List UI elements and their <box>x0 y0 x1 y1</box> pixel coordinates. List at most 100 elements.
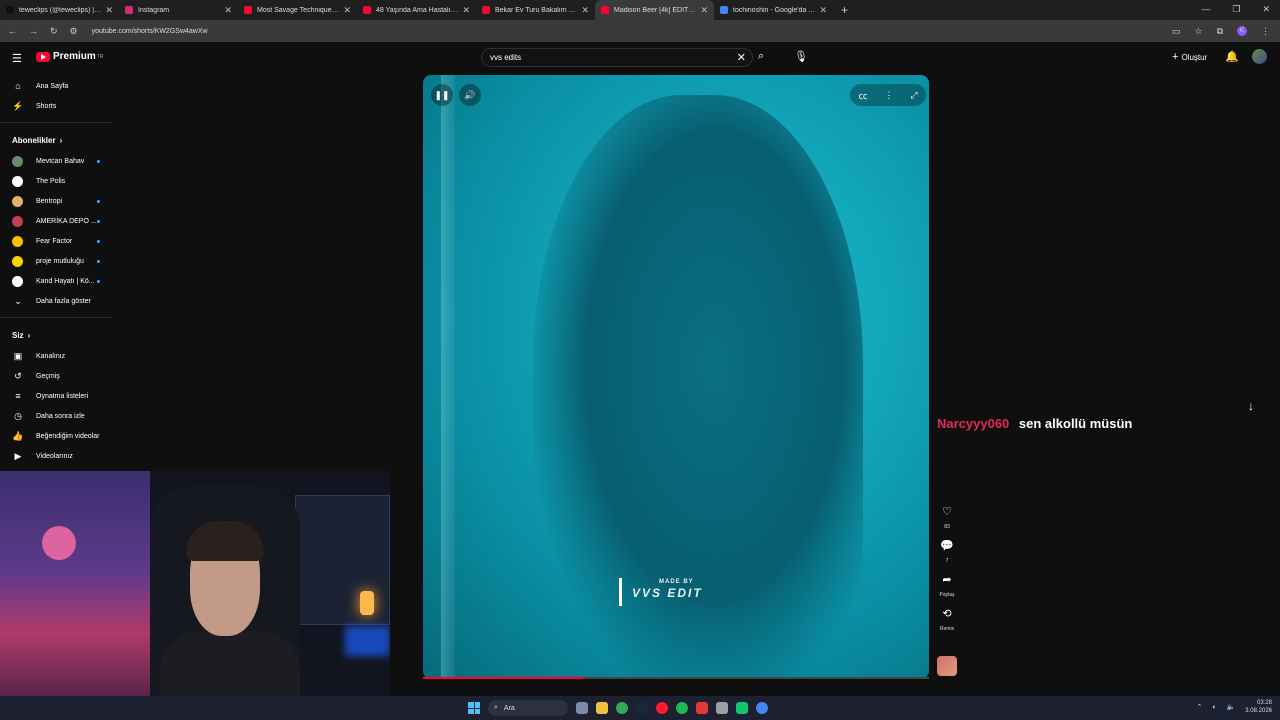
search-value: vvs edits <box>490 53 522 62</box>
account-avatar[interactable] <box>1252 49 1267 64</box>
sidebar-item-home[interactable]: ⌂ Ana Sayfa <box>0 76 115 96</box>
notifications-bell-icon[interactable]: 🔔 <box>1225 50 1239 63</box>
extensions-icon[interactable]: ⧉ <box>1217 26 1223 37</box>
tray-chevron-icon[interactable]: ⌃ <box>1196 703 1202 711</box>
sidebar-subscription[interactable]: Mevtcan Bahav <box>0 151 115 171</box>
site-info-icon[interactable]: ⚙ <box>70 26 78 37</box>
close-window-icon[interactable]: ✕ <box>1262 4 1270 15</box>
settings-icon[interactable] <box>716 702 728 714</box>
pause-button[interactable]: ❚❚ <box>431 84 453 106</box>
youtube-logo[interactable]: Premium TR <box>36 51 103 62</box>
subscriptions-heading[interactable]: Abonelikler › <box>0 129 115 151</box>
browser-tab[interactable]: Bekar Ev Turu Bakalım Beğenecek✕ <box>476 0 595 20</box>
volume-icon: 🔊 <box>464 89 476 100</box>
create-label: Oluştur <box>1181 52 1208 62</box>
sidebar: ⌂ Ana Sayfa ⚡ Shorts Abonelikler › Mevtcan Ba… <box>0 76 115 466</box>
fullscreen-icon[interactable]: ⤢ <box>910 90 917 101</box>
channel-avatar <box>12 275 23 287</box>
minimize-icon[interactable]: — <box>1201 4 1210 15</box>
url-field[interactable]: youtube.com/shorts/KW2GSw4awXw <box>92 28 208 35</box>
sidebar-subscription[interactable]: proje mutluluğu <box>0 251 115 271</box>
create-button[interactable]: + Oluştur <box>1172 51 1207 63</box>
sidebar-subscription[interactable]: Fear Factor <box>0 231 115 251</box>
new-content-dot <box>97 219 100 223</box>
show-more-button[interactable]: ⌄ Daha fazla göster <box>0 291 115 311</box>
you-heading[interactable]: Siz › <box>0 324 115 346</box>
maximize-icon[interactable]: ❐ <box>1232 4 1240 15</box>
sidebar-item-watch-later[interactable]: ◷ Daha sonra izle <box>0 406 115 426</box>
taskbar-clock[interactable]: 03:28 3.08.2026 <box>1245 699 1272 715</box>
new-content-dot <box>97 279 100 283</box>
like-button[interactable]: ♡ 83 <box>934 505 960 530</box>
task-view-icon[interactable] <box>576 702 588 714</box>
next-video-arrow-icon[interactable]: ↓ <box>1248 399 1254 413</box>
chevron-right-icon: › <box>27 330 31 340</box>
sidebar-subscription[interactable]: AMERİKA DEPO ... <box>0 211 115 231</box>
back-icon[interactable]: ← <box>8 26 17 37</box>
menu-icon[interactable]: ☰ <box>12 52 22 65</box>
sidebar-item-channel[interactable]: ▣ Kanalınız <box>0 346 115 366</box>
history-icon: ↺ <box>14 370 22 381</box>
forward-icon[interactable]: → <box>29 26 38 37</box>
remix-icon: ⟲ <box>942 608 952 620</box>
opera-icon[interactable] <box>656 702 668 714</box>
sidebar-subscription[interactable]: Kand Hayatı | Kö... <box>0 271 115 291</box>
comments-button[interactable]: 💬 7 <box>934 539 960 564</box>
sidebar-item-playlists[interactable]: ≡ Oynatma listeleri <box>0 386 115 406</box>
close-tab-icon[interactable]: ✕ <box>343 5 351 16</box>
browser-tab[interactable]: Most Savage Technique in Sumo ✕ <box>238 0 357 20</box>
browser-tab[interactable]: teweclips (@teweclips) | TikTok ✕ <box>0 0 119 20</box>
spotify-icon[interactable] <box>676 702 688 714</box>
new-tab-button[interactable]: + <box>841 3 848 17</box>
browser-tab[interactable]: Instagram ✕ <box>119 0 238 20</box>
sidebar-subscription[interactable]: Bentropi <box>0 191 115 211</box>
video-progress-bar[interactable] <box>423 677 929 679</box>
sidebar-item-shorts[interactable]: ⚡ Shorts <box>0 96 115 116</box>
sidebar-subscription[interactable]: The Polis <box>0 171 115 191</box>
reload-icon[interactable]: ↻ <box>50 26 58 37</box>
remix-button[interactable]: ⟲ Remix <box>934 607 960 632</box>
cast-icon[interactable]: ▭ <box>1172 26 1181 37</box>
close-tab-icon[interactable]: ✕ <box>581 5 589 16</box>
app-green-icon[interactable] <box>736 702 748 714</box>
tray-volume-icon[interactable]: 🔈 <box>1227 703 1236 711</box>
close-tab-icon[interactable]: ✕ <box>224 5 232 16</box>
search-input[interactable]: vvs edits ✕ <box>481 48 753 67</box>
sidebar-item-your-videos[interactable]: ▶ Videolarınız <box>0 446 115 466</box>
subscription-label: Kand Hayatı | Kö... <box>36 277 95 285</box>
close-tab-icon[interactable]: ✕ <box>462 5 470 16</box>
taskbar-search[interactable]: ⌕ Ara <box>488 700 568 716</box>
close-tab-icon[interactable]: ✕ <box>105 5 113 16</box>
file-explorer-icon[interactable] <box>596 702 608 714</box>
progress-fill <box>423 677 585 679</box>
sidebar-item-label: Geçmiş <box>36 372 60 380</box>
captions-icon[interactable]: ㏄ <box>858 89 867 102</box>
recorder-icon[interactable] <box>696 702 708 714</box>
clear-search-icon[interactable]: ✕ <box>737 51 746 64</box>
windows-start-icon[interactable] <box>468 702 480 714</box>
more-options-icon[interactable]: ⋮ <box>884 90 893 101</box>
sidebar-item-label: Beğendiğim videolar <box>36 432 100 440</box>
close-tab-icon[interactable]: ✕ <box>700 5 708 16</box>
close-tab-icon[interactable]: ✕ <box>819 5 827 16</box>
microphone-icon[interactable]: 🎙 <box>794 50 808 63</box>
you-title: Siz <box>12 330 24 340</box>
search-icon[interactable]: ⌕ <box>758 50 764 63</box>
tray-network-icon[interactable]: ◐ <box>1212 704 1216 711</box>
share-button[interactable]: ➦ Paylaş <box>934 573 960 598</box>
browser-menu-icon[interactable]: ⋮ <box>1261 26 1270 37</box>
sidebar-item-liked[interactable]: 👍 Beğendiğim videolar <box>0 426 115 446</box>
browser-tab[interactable]: 48 Yaşında Ama Hastalığı Yüzünden ✕ <box>357 0 476 20</box>
browser-profile-avatar[interactable]: K <box>1237 26 1247 36</box>
sound-thumbnail[interactable] <box>937 656 957 676</box>
logo-text: Premium <box>53 51 96 62</box>
chrome-icon[interactable] <box>616 702 628 714</box>
browser-tab[interactable]: tochinoshin - Google'da Ara ✕ <box>714 0 833 20</box>
bookmark-star-icon[interactable]: ☆ <box>1194 26 1202 37</box>
browser-tab-bar: teweclips (@teweclips) | TikTok✕Instagra… <box>0 0 1280 20</box>
volume-button[interactable]: 🔊 <box>459 84 481 106</box>
browser-tab[interactable]: Madison Beer [4k] EDIT || w... ✕ <box>595 0 714 20</box>
steam-icon[interactable] <box>636 702 648 714</box>
sidebar-item-history[interactable]: ↺ Geçmiş <box>0 366 115 386</box>
chrome-active-icon[interactable] <box>756 702 768 714</box>
